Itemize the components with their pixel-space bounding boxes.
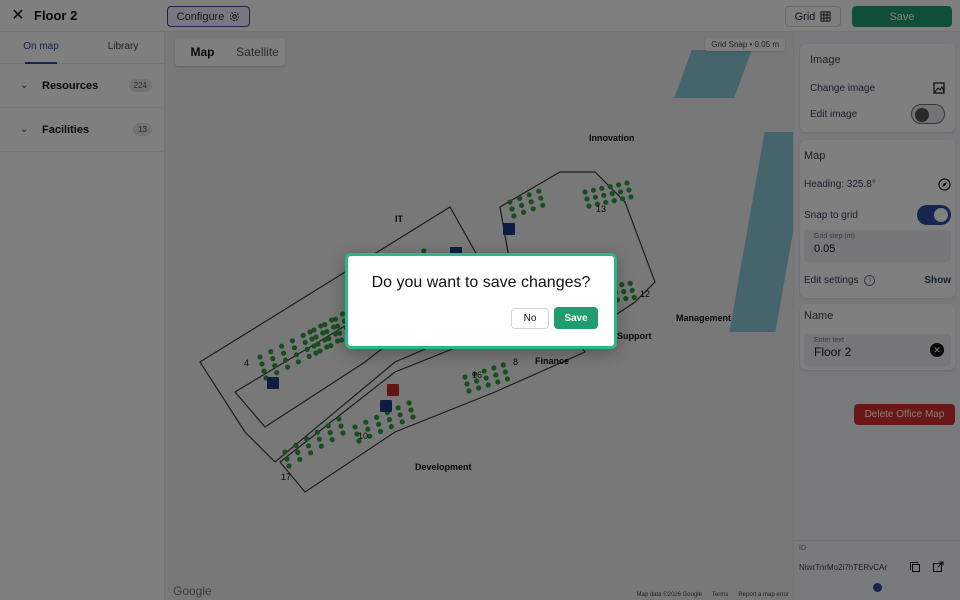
no-button[interactable]: No bbox=[511, 308, 549, 329]
dialog-title: Do you want to save changes? bbox=[371, 274, 591, 291]
save-changes-dialog: Do you want to save changes? No Save bbox=[345, 253, 617, 349]
dialog-save-button[interactable]: Save bbox=[554, 307, 598, 329]
app: ✕ Floor 2 Configure Grid Save On map Lib… bbox=[0, 0, 960, 600]
